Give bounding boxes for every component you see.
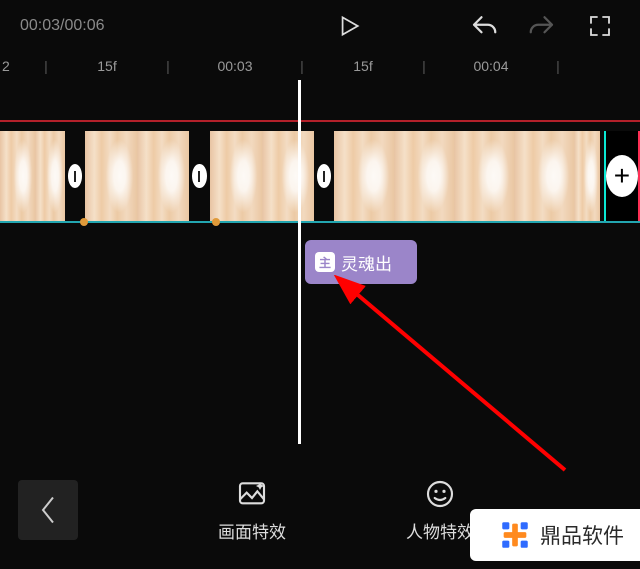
- video-track[interactable]: +: [0, 131, 640, 221]
- track-boundary-top: [0, 120, 640, 122]
- back-button[interactable]: [18, 480, 78, 540]
- face-effects-button[interactable]: 人物特效: [406, 478, 474, 543]
- watermark: 鼎品软件: [470, 509, 640, 561]
- play-button[interactable]: [328, 6, 368, 46]
- watermark-text: 鼎品软件: [540, 520, 624, 550]
- add-clip-button[interactable]: +: [604, 131, 640, 221]
- effect-badge: 主: [315, 252, 335, 272]
- clip-thumbnail[interactable]: [334, 131, 600, 221]
- track-boundary-bottom: [0, 221, 640, 223]
- effect-label: 灵魂出: [341, 250, 392, 275]
- timeline[interactable]: + 主 灵魂出: [0, 80, 640, 444]
- clip-thumbnail[interactable]: [85, 131, 189, 221]
- clip-split-handle[interactable]: [192, 164, 206, 188]
- clip-split-handle[interactable]: [317, 164, 331, 188]
- screen-effects-label: 画面特效: [218, 518, 286, 543]
- clip-thumbnail[interactable]: [0, 131, 65, 221]
- plus-icon: +: [606, 155, 638, 197]
- watermark-logo-icon: [498, 518, 532, 552]
- screen-effects-button[interactable]: 画面特效: [218, 478, 286, 543]
- keyframe-marker[interactable]: [212, 218, 220, 226]
- annotation-arrow: [330, 275, 590, 485]
- undo-button[interactable]: [464, 6, 504, 46]
- fullscreen-button[interactable]: [580, 6, 620, 46]
- time-ruler[interactable]: 2 | 15f | 00:03 | 15f | 00:04 |: [0, 52, 640, 80]
- clip-split-handle[interactable]: [68, 164, 82, 188]
- picture-fx-icon: [236, 478, 268, 510]
- face-effects-label: 人物特效: [406, 518, 474, 543]
- keyframe-marker[interactable]: [80, 218, 88, 226]
- redo-button[interactable]: [522, 6, 562, 46]
- playhead[interactable]: [298, 80, 301, 444]
- time-display: 00:03/00:06: [20, 17, 105, 35]
